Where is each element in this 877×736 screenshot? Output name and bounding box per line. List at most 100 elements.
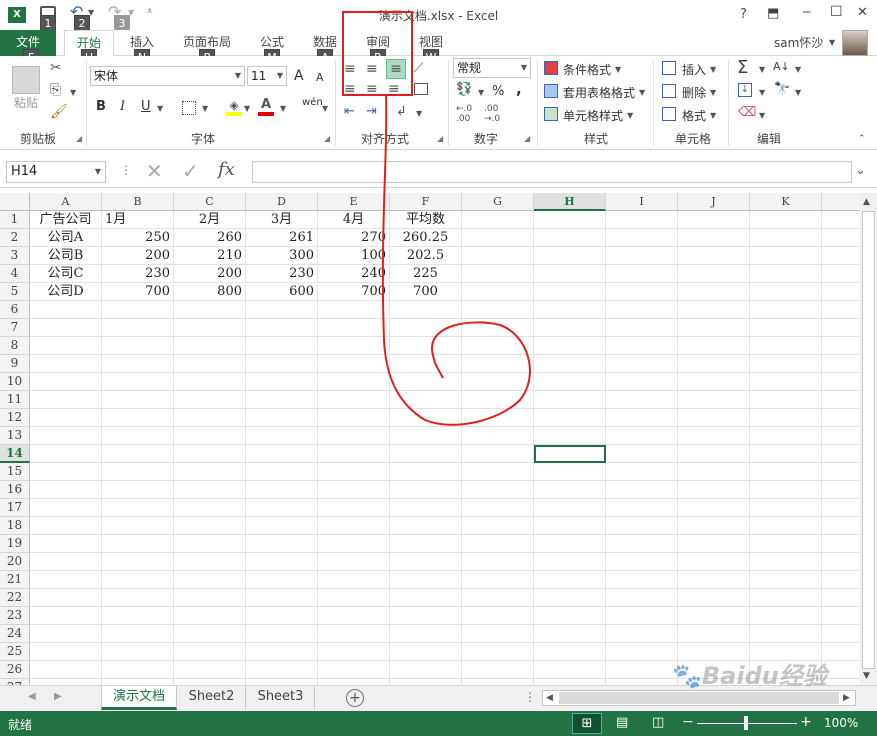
cell[interactable]: [822, 211, 860, 229]
fill-down-dropdown-icon[interactable]: ▼: [759, 88, 765, 97]
cell[interactable]: 230: [102, 265, 174, 283]
formula-input[interactable]: [252, 161, 852, 183]
cell[interactable]: [390, 355, 462, 373]
cell[interactable]: [390, 571, 462, 589]
cell[interactable]: [534, 337, 606, 355]
cell[interactable]: [462, 283, 534, 301]
fill-color-icon[interactable]: ◈: [226, 98, 242, 116]
cell[interactable]: [246, 481, 318, 499]
cell[interactable]: [534, 463, 606, 481]
cell[interactable]: [174, 481, 246, 499]
cell[interactable]: [102, 589, 174, 607]
row-header[interactable]: 1: [0, 211, 30, 229]
cell[interactable]: [318, 553, 390, 571]
cell[interactable]: [606, 337, 678, 355]
cell[interactable]: [462, 247, 534, 265]
align-right-icon[interactable]: ≡: [388, 81, 400, 97]
cell[interactable]: [102, 661, 174, 679]
cell[interactable]: [750, 481, 822, 499]
cell[interactable]: [462, 535, 534, 553]
cell[interactable]: [606, 247, 678, 265]
cell[interactable]: [174, 535, 246, 553]
cell[interactable]: [462, 499, 534, 517]
cell[interactable]: [606, 481, 678, 499]
cell[interactable]: [822, 373, 860, 391]
cell[interactable]: [534, 409, 606, 427]
cell[interactable]: [750, 301, 822, 319]
format-cells-icon[interactable]: [662, 107, 676, 121]
cell[interactable]: [30, 373, 102, 391]
cell[interactable]: [462, 301, 534, 319]
cell[interactable]: 公司D: [30, 283, 102, 301]
cell[interactable]: [462, 643, 534, 661]
cell[interactable]: [606, 283, 678, 301]
wrap-dropdown-icon[interactable]: ▼: [416, 109, 422, 118]
row-header[interactable]: 15: [0, 463, 30, 481]
cell[interactable]: [462, 319, 534, 337]
insert-function-button[interactable]: fx: [218, 159, 235, 180]
format-as-table-button[interactable]: 套用表格格式: [563, 84, 635, 101]
cell[interactable]: [246, 337, 318, 355]
cell[interactable]: [30, 445, 102, 463]
cell[interactable]: [534, 571, 606, 589]
cell[interactable]: [822, 661, 860, 679]
number-launcher-icon[interactable]: ◢: [524, 134, 530, 143]
cell[interactable]: [318, 481, 390, 499]
cell[interactable]: 1月: [102, 211, 174, 229]
cell[interactable]: [174, 589, 246, 607]
cell[interactable]: [606, 535, 678, 553]
cell[interactable]: [462, 229, 534, 247]
conditional-format-button[interactable]: 条件格式: [563, 61, 611, 78]
cell[interactable]: [174, 643, 246, 661]
scroll-left-icon[interactable]: ◀: [546, 693, 553, 703]
sort-filter-icon[interactable]: A↓: [773, 60, 790, 73]
cell[interactable]: [534, 607, 606, 625]
cell[interactable]: [606, 445, 678, 463]
cell[interactable]: [246, 427, 318, 445]
cell[interactable]: 平均数: [390, 211, 462, 229]
cell[interactable]: [606, 571, 678, 589]
cell[interactable]: [30, 535, 102, 553]
cell[interactable]: 公司B: [30, 247, 102, 265]
cell[interactable]: [174, 355, 246, 373]
cell[interactable]: [678, 391, 750, 409]
currency-dropdown-icon[interactable]: ▼: [478, 88, 484, 97]
clipboard-launcher-icon[interactable]: ◢: [76, 134, 82, 143]
clear-icon[interactable]: ⌫: [738, 105, 756, 120]
sheet-tab[interactable]: Sheet3: [247, 686, 315, 710]
find-select-icon[interactable]: 🔭: [774, 82, 790, 97]
cell[interactable]: [462, 571, 534, 589]
comma-button[interactable]: ,: [516, 80, 522, 98]
cell[interactable]: 700: [390, 283, 462, 301]
cell[interactable]: [750, 625, 822, 643]
close-button[interactable]: ✕: [857, 5, 868, 20]
cell[interactable]: [606, 589, 678, 607]
cell[interactable]: [30, 355, 102, 373]
cell[interactable]: [606, 409, 678, 427]
cell[interactable]: [678, 211, 750, 229]
cell[interactable]: [246, 607, 318, 625]
zoom-out-icon[interactable]: −: [682, 714, 694, 730]
cell[interactable]: [390, 337, 462, 355]
cell[interactable]: [246, 625, 318, 643]
collapse-ribbon-icon[interactable]: ⌃: [858, 134, 866, 144]
row-header[interactable]: 12: [0, 409, 30, 427]
cell[interactable]: [678, 445, 750, 463]
cell[interactable]: [246, 643, 318, 661]
chevron-down-icon[interactable]: ▼: [521, 59, 527, 77]
cell[interactable]: [102, 625, 174, 643]
cell[interactable]: [462, 607, 534, 625]
row-header[interactable]: 13: [0, 427, 30, 445]
conditional-format-icon[interactable]: [544, 61, 558, 75]
cell[interactable]: [102, 337, 174, 355]
cell[interactable]: [822, 247, 860, 265]
cell[interactable]: 270: [318, 229, 390, 247]
cell[interactable]: [390, 643, 462, 661]
cell[interactable]: [822, 319, 860, 337]
cell[interactable]: [750, 283, 822, 301]
cell[interactable]: [246, 553, 318, 571]
cell[interactable]: [102, 517, 174, 535]
cell[interactable]: [30, 427, 102, 445]
column-header[interactable]: J: [678, 193, 750, 211]
format-as-table-icon[interactable]: [544, 84, 558, 98]
